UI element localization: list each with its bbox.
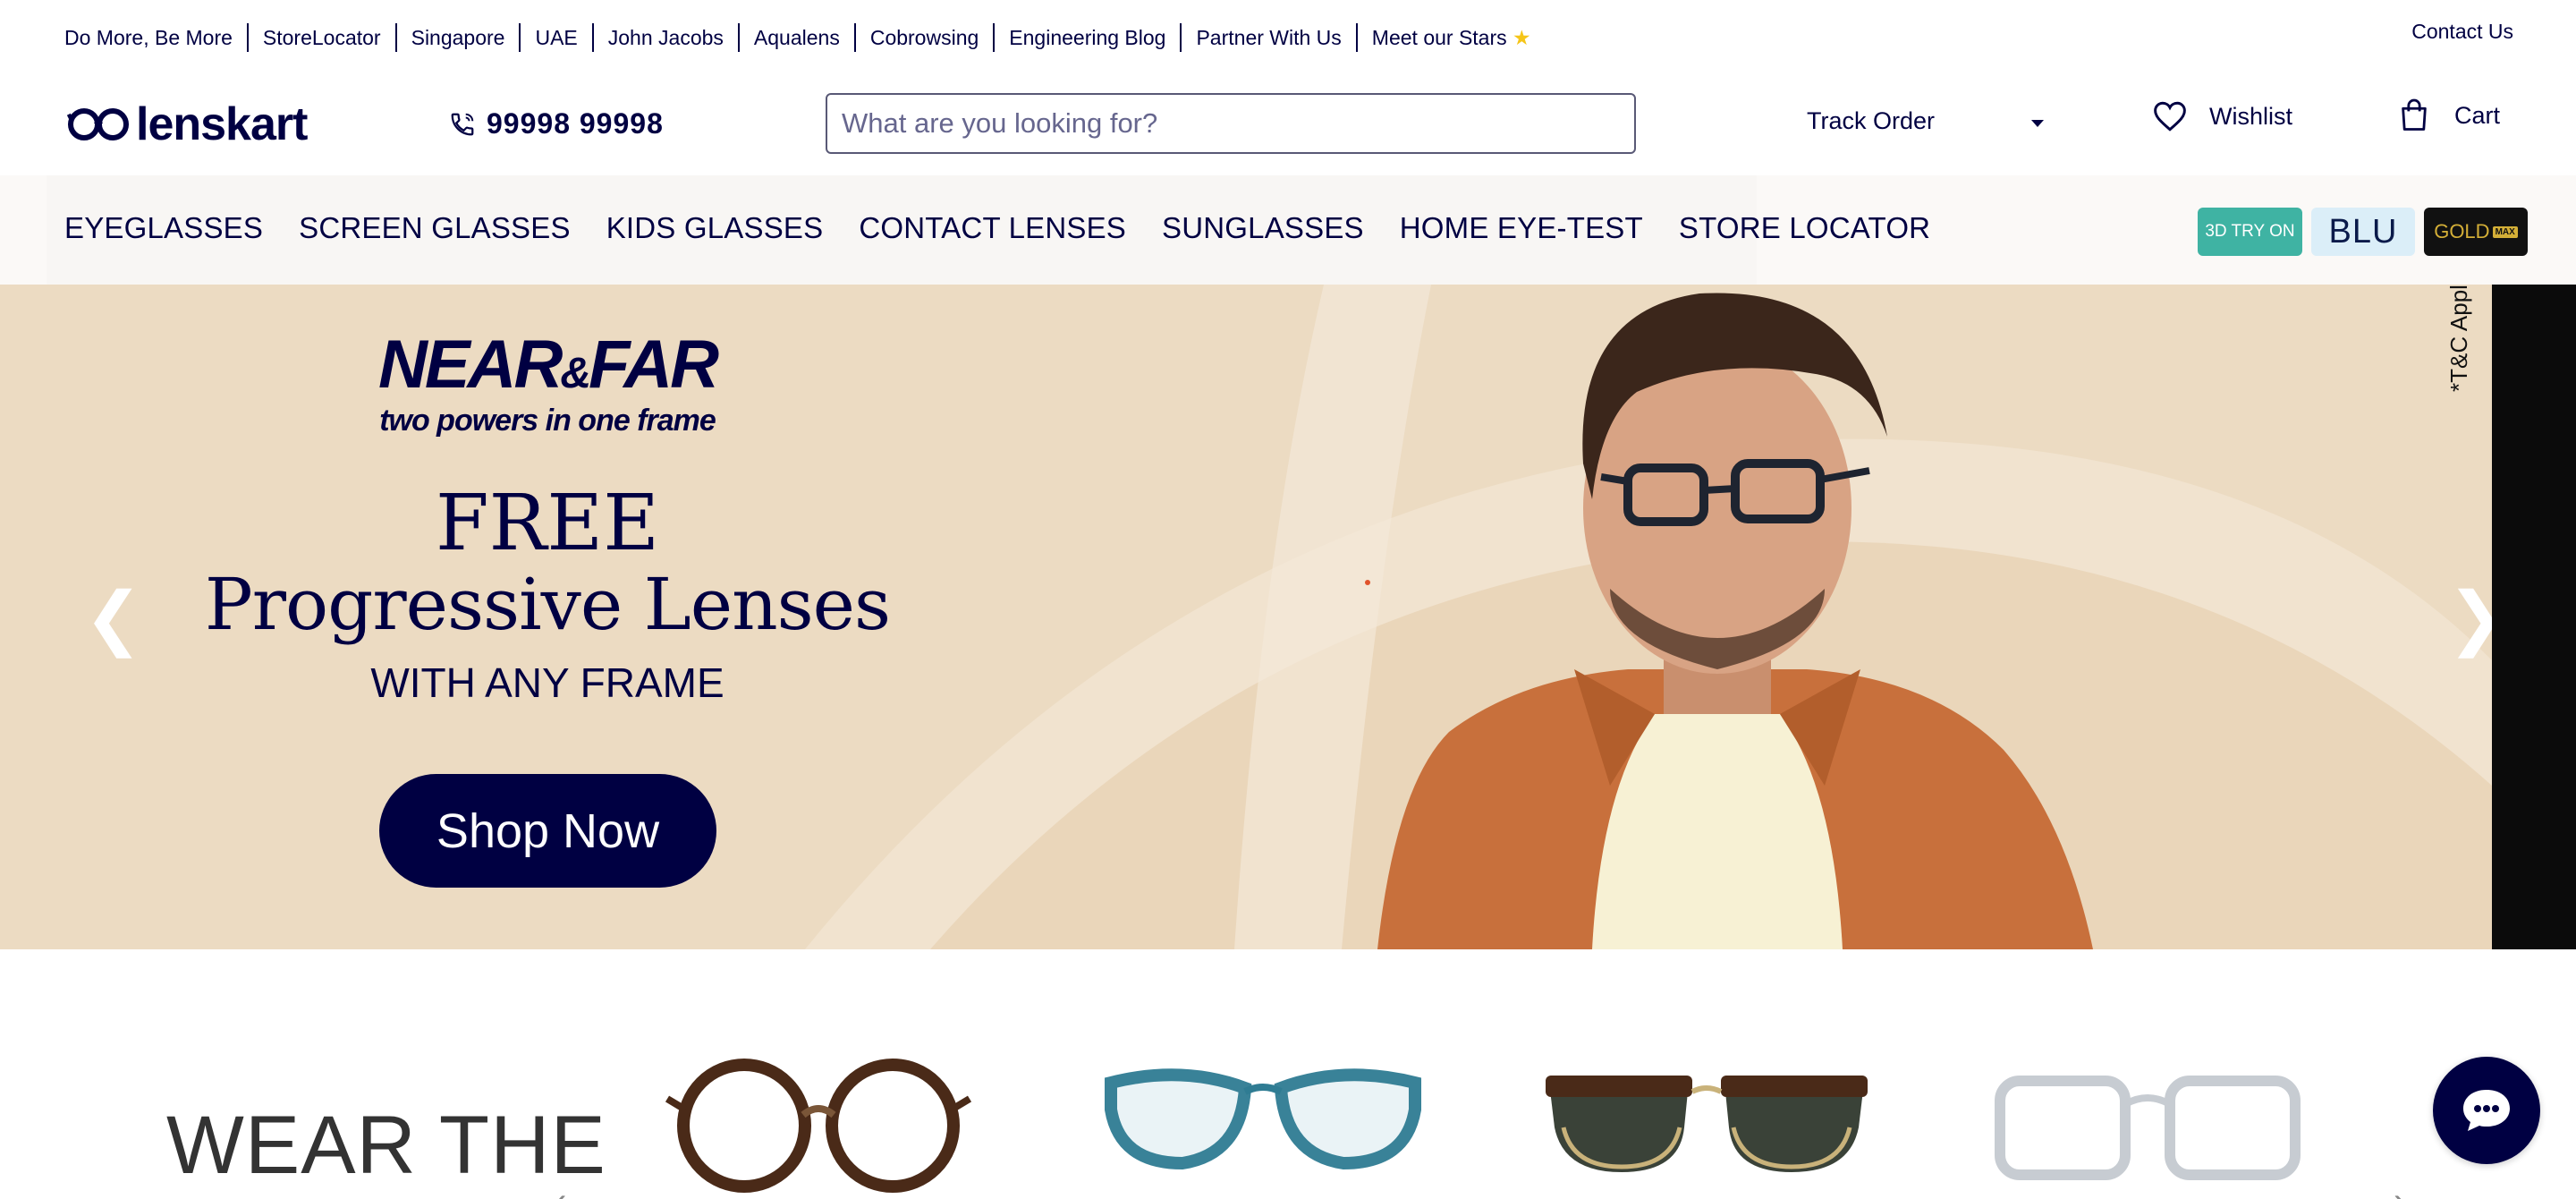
category-navbar: EYEGLASSES SCREEN GLASSES KIDS GLASSES C… [0, 175, 2576, 286]
hero-side-strip [2492, 285, 2576, 949]
chat-bubble-icon [2463, 1090, 2510, 1131]
top-link-singapore[interactable]: Singapore [394, 23, 520, 52]
section-heading: WEAR THE [166, 1100, 606, 1191]
carousel-prev-arrow[interactable]: ❮ [84, 582, 142, 653]
top-link-engineering-blog[interactable]: Engineering Blog [993, 23, 1180, 52]
product-carousel-prev[interactable]: ‹ [555, 1181, 566, 1199]
wishlist-link[interactable]: Wishlist [2152, 100, 2292, 132]
top-links: Do More, Be More StoreLocator Singapore … [64, 23, 1546, 52]
wishlist-label: Wishlist [2209, 102, 2292, 130]
cart-label: Cart [2454, 101, 2501, 129]
top-utility-bar: Do More, Be More StoreLocator Singapore … [0, 0, 2576, 75]
heart-icon [2154, 101, 2186, 132]
lenskart-logo[interactable]: lenskart [66, 98, 308, 150]
near-far-subtitle: two powers in one frame [379, 404, 716, 438]
ampersand: & [560, 350, 591, 397]
contact-us-link[interactable]: Contact Us [2411, 20, 2513, 44]
track-order-label: Track Order [1807, 107, 1936, 134]
transparent-square-glasses-image[interactable] [1991, 1056, 2304, 1199]
clubmaster-sunglasses-image[interactable] [1537, 1056, 1877, 1199]
nav-store-locator[interactable]: STORE LOCATOR [1679, 211, 1930, 245]
top-link-do-more[interactable]: Do More, Be More [64, 23, 247, 52]
logo-text: lenskart [136, 98, 308, 150]
caret-down-icon [2031, 119, 2045, 127]
nav-home-eye-test[interactable]: HOME EYE-TEST [1400, 211, 1643, 245]
top-link-meet-stars[interactable]: Meet our Stars ★ [1355, 23, 1546, 52]
hero-banner[interactable]: NEAR&FAR two powers in one frame FREE Pr… [0, 285, 2492, 949]
shop-now-button[interactable]: Shop Now [379, 774, 716, 888]
nav-eyeglasses[interactable]: EYEGLASSES [64, 211, 263, 245]
top-link-john-jacobs[interactable]: John Jacobs [591, 23, 738, 52]
track-order-dropdown[interactable]: Track Order [1807, 107, 2045, 135]
near-far-brand: NEAR&FAR two powers in one frame [369, 331, 726, 438]
nav-contact-lenses[interactable]: CONTACT LENSES [859, 211, 1126, 245]
phone-number: 99998 99998 [487, 107, 664, 140]
terms-note: *T&C Appl [2433, 285, 2487, 401]
near-far-title: NEAR&FAR [369, 331, 726, 408]
nav-kids-glasses[interactable]: KIDS GLASSES [606, 211, 824, 245]
phone-icon [451, 113, 474, 135]
shopping-bag-icon [2402, 98, 2427, 131]
top-link-partner[interactable]: Partner With Us [1180, 23, 1355, 52]
nav-screen-glasses[interactable]: SCREEN GLASSES [299, 211, 571, 245]
top-link-uae[interactable]: UAE [519, 23, 591, 52]
logo-glasses-icon [66, 108, 129, 140]
terms-text: *T&C Appl [2445, 285, 2472, 392]
product-carousel-next[interactable]: › [2394, 1181, 2405, 1199]
nav-sunglasses[interactable]: SUNGLASSES [1162, 211, 1364, 245]
top-link-cobrowsing[interactable]: Cobrowsing [853, 23, 993, 52]
top-link-aqualens[interactable]: Aqualens [737, 23, 854, 52]
hero-headline-progressive: Progressive Lenses [204, 563, 891, 646]
round-tortoise-glasses-image[interactable] [662, 1056, 975, 1199]
top-link-storelocator[interactable]: StoreLocator [246, 23, 395, 52]
main-header: lenskart 99998 99998 Track Order Wishlis… [0, 75, 2576, 175]
gold-label: GOLD [2434, 220, 2490, 242]
3d-try-on-badge[interactable]: 3D TRY ON [2198, 208, 2302, 256]
blu-badge[interactable]: BLU [2311, 208, 2415, 256]
star-icon: ★ [1513, 26, 1531, 49]
far-word: FAR [589, 327, 719, 403]
hero-marker-dot [1365, 580, 1370, 585]
search-input[interactable] [826, 93, 1636, 154]
chat-button[interactable] [2433, 1057, 2540, 1164]
near-word: NEAR [377, 327, 563, 403]
blue-cat-eye-glasses-image[interactable] [1093, 1056, 1433, 1199]
hero-headline-with-any-frame: WITH ANY FRAME [370, 659, 724, 706]
category-nav-items: EYEGLASSES SCREEN GLASSES KIDS GLASSES C… [64, 211, 1966, 245]
hero-headline-free: FREE [436, 479, 659, 568]
cart-link[interactable]: Cart [2399, 98, 2500, 132]
meet-stars-label: Meet our Stars [1371, 26, 1507, 49]
max-label: MAX [2492, 225, 2518, 238]
carousel-next-arrow[interactable]: ❯ [2447, 582, 2492, 653]
phone-contact[interactable]: 99998 99998 [449, 107, 664, 140]
program-badges: 3D TRY ON BLU GOLD MAX [2198, 208, 2537, 256]
gold-max-badge[interactable]: GOLD MAX [2424, 208, 2528, 256]
